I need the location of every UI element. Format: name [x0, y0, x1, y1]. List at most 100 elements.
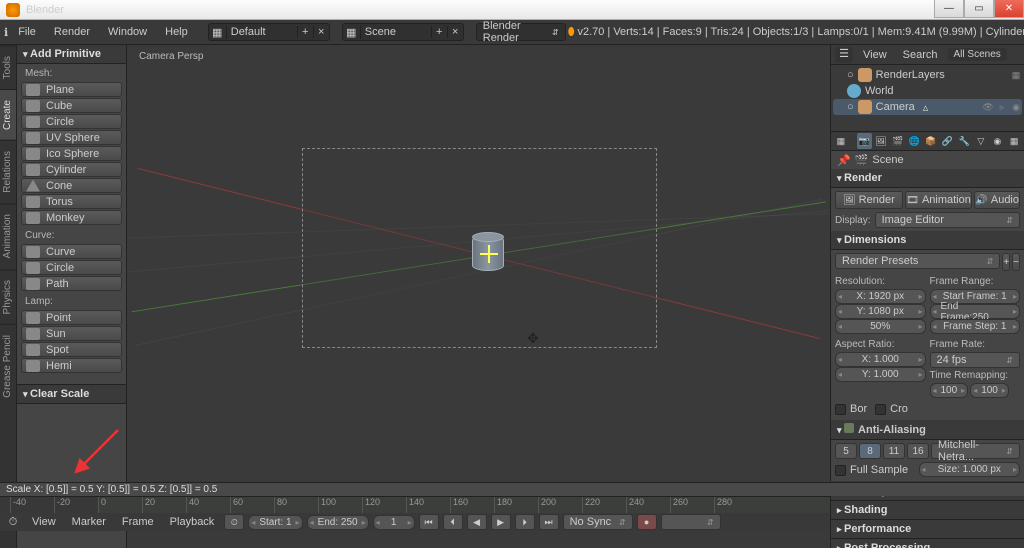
timeline-menu-view[interactable]: View — [26, 514, 62, 530]
outliner-item-world[interactable]: World — [833, 83, 1022, 99]
jump-end-button[interactable]: ⏭ — [539, 514, 559, 530]
context-renderlayers-icon[interactable]: 🖼 — [873, 133, 889, 149]
layout-name-input[interactable] — [227, 26, 297, 38]
render-audio-button[interactable]: 🔊 Audio — [974, 191, 1020, 209]
menu-file[interactable]: File — [10, 23, 44, 41]
add-plane-button[interactable]: Plane — [21, 82, 122, 97]
context-material-icon[interactable]: ◉ — [990, 133, 1006, 149]
aa-11-button[interactable]: 11 — [883, 443, 905, 459]
preset-add-button[interactable]: + — [1002, 253, 1010, 271]
restrict-view-icon[interactable]: 👁 — [982, 102, 994, 113]
aspect-x-field[interactable]: X: 1.000 — [835, 352, 926, 367]
add-uvsphere-button[interactable]: UV Sphere — [21, 130, 122, 145]
frame-end-field[interactable]: End Frame:250 — [930, 304, 1021, 319]
context-scene-icon[interactable]: 🎬 — [890, 133, 906, 149]
full-sample-checkbox[interactable]: Full Sample — [835, 462, 915, 478]
current-frame-field[interactable]: 1 — [373, 515, 415, 530]
aa-5-button[interactable]: 5 — [835, 443, 857, 459]
aspect-y-field[interactable]: Y: 1.000 — [835, 367, 926, 382]
editor-type-icon[interactable]: ℹ — [4, 26, 8, 39]
close-button[interactable]: ✕ — [994, 0, 1024, 18]
resolution-pct-field[interactable]: 50% — [835, 319, 926, 334]
timeline-menu-frame[interactable]: Frame — [116, 514, 160, 530]
render-engine-selector[interactable]: Blender Render⇵ — [476, 23, 566, 41]
crop-checkbox[interactable]: Cro — [875, 401, 908, 417]
add-path-button[interactable]: Path — [21, 276, 122, 291]
add-monkey-button[interactable]: Monkey — [21, 210, 122, 225]
add-curve-button[interactable]: Curve — [21, 244, 122, 259]
tab-tools[interactable]: Tools — [0, 45, 16, 89]
add-circle-button[interactable]: Circle — [21, 114, 122, 129]
context-modifiers-icon[interactable]: 🔧 — [956, 133, 972, 149]
tab-create[interactable]: Create — [0, 89, 16, 140]
keying-set-dropdown[interactable] — [661, 514, 721, 530]
restrict-select-icon[interactable]: ▹ — [996, 102, 1008, 113]
resolution-x-field[interactable]: X: 1920 px — [835, 289, 926, 304]
aa-panel-header[interactable]: Anti-Aliasing — [831, 420, 1024, 440]
layout-add-button[interactable]: + — [297, 26, 313, 38]
menu-window[interactable]: Window — [100, 23, 155, 41]
context-data-icon[interactable]: ▽ — [973, 133, 989, 149]
scene-add-button[interactable]: + — [431, 26, 447, 38]
add-spot-button[interactable]: Spot — [21, 342, 122, 357]
outliner-editor-icon[interactable]: ☰ — [835, 47, 853, 63]
remap-old-field[interactable]: 100 — [930, 383, 969, 398]
auto-keyframe-button[interactable]: ● — [637, 514, 657, 530]
restrict-render-icon[interactable]: ◉ — [1010, 102, 1022, 113]
timeline-menu-marker[interactable]: Marker — [66, 514, 112, 530]
performance-panel-header[interactable]: Performance — [831, 520, 1024, 539]
outliner-display-mode[interactable]: All Scenes — [948, 48, 1007, 61]
context-render-icon[interactable]: 📷 — [857, 133, 873, 149]
keyframe-prev-button[interactable]: ⏴ — [443, 514, 463, 530]
add-curve-circle-button[interactable]: Circle — [21, 260, 122, 275]
framerate-dropdown[interactable]: 24 fps — [930, 352, 1021, 368]
context-constraints-icon[interactable]: 🔗 — [940, 133, 956, 149]
last-operator-header[interactable]: Clear Scale — [17, 385, 126, 404]
sync-mode-dropdown[interactable]: No Sync — [563, 514, 633, 530]
pin-icon[interactable]: 📌 — [837, 154, 851, 167]
render-presets-dropdown[interactable]: Render Presets — [835, 253, 1000, 269]
add-point-button[interactable]: Point — [21, 310, 122, 325]
frame-step-field[interactable]: Frame Step: 1 — [930, 319, 1021, 334]
aa-filter-dropdown[interactable]: Mitchell-Netra... — [931, 443, 1020, 459]
screen-layout-selector[interactable]: ▦ + × — [208, 23, 330, 41]
maximize-button[interactable]: ▭ — [964, 0, 994, 18]
render-panel-header[interactable]: Render — [831, 169, 1024, 188]
add-cylinder-button[interactable]: Cylinder — [21, 162, 122, 177]
preset-remove-button[interactable]: − — [1012, 253, 1020, 271]
properties-editor-icon[interactable]: ▦ — [833, 133, 849, 149]
tab-relations[interactable]: Relations — [0, 140, 16, 203]
dimensions-panel-header[interactable]: Dimensions — [831, 231, 1024, 250]
aa-8-button[interactable]: 8 — [859, 443, 881, 459]
layout-delete-button[interactable]: × — [313, 26, 329, 38]
tab-physics[interactable]: Physics — [0, 269, 16, 324]
add-sun-button[interactable]: Sun — [21, 326, 122, 341]
3d-viewport[interactable]: Camera Persp ✥ z y x (1) Cylinder — [127, 45, 830, 548]
minimize-button[interactable]: — — [934, 0, 964, 18]
add-torus-button[interactable]: Torus — [21, 194, 122, 209]
tab-grease-pencil[interactable]: Grease Pencil — [0, 324, 16, 408]
border-checkbox[interactable]: Bor — [835, 401, 867, 417]
start-frame-field[interactable]: Start: 1 — [248, 515, 302, 530]
outliner[interactable]: ○RenderLayers▦ World ○Camera▵👁▹◉ — [831, 65, 1024, 131]
outliner-item-renderlayers[interactable]: ○RenderLayers▦ — [833, 67, 1022, 83]
menu-help[interactable]: Help — [157, 23, 196, 41]
timeline-editor-icon[interactable]: ⏱ — [4, 516, 22, 529]
resolution-y-field[interactable]: Y: 1080 px — [835, 304, 926, 319]
add-primitive-header[interactable]: Add Primitive — [17, 45, 126, 64]
keyframe-next-button[interactable]: ⏵ — [515, 514, 535, 530]
timeline-ruler[interactable]: -40-200204060801001201401601802002202402… — [0, 497, 830, 513]
context-world-icon[interactable]: 🌐 — [906, 133, 922, 149]
outliner-menu-search[interactable]: Search — [897, 47, 944, 63]
render-button[interactable]: 🖼 Render — [835, 191, 903, 209]
render-animation-button[interactable]: 🎞 Animation — [905, 191, 973, 209]
cylinder-object[interactable] — [472, 235, 504, 275]
layout-browse-icon[interactable]: ▦ — [209, 26, 227, 39]
scene-delete-button[interactable]: × — [447, 26, 463, 38]
use-preview-range-button[interactable]: ⏲ — [224, 514, 244, 530]
add-icosphere-button[interactable]: Ico Sphere — [21, 146, 122, 161]
context-object-icon[interactable]: 📦 — [923, 133, 939, 149]
remap-new-field[interactable]: 100 — [970, 383, 1009, 398]
add-hemi-button[interactable]: Hemi — [21, 358, 122, 373]
outliner-menu-view[interactable]: View — [857, 47, 893, 63]
